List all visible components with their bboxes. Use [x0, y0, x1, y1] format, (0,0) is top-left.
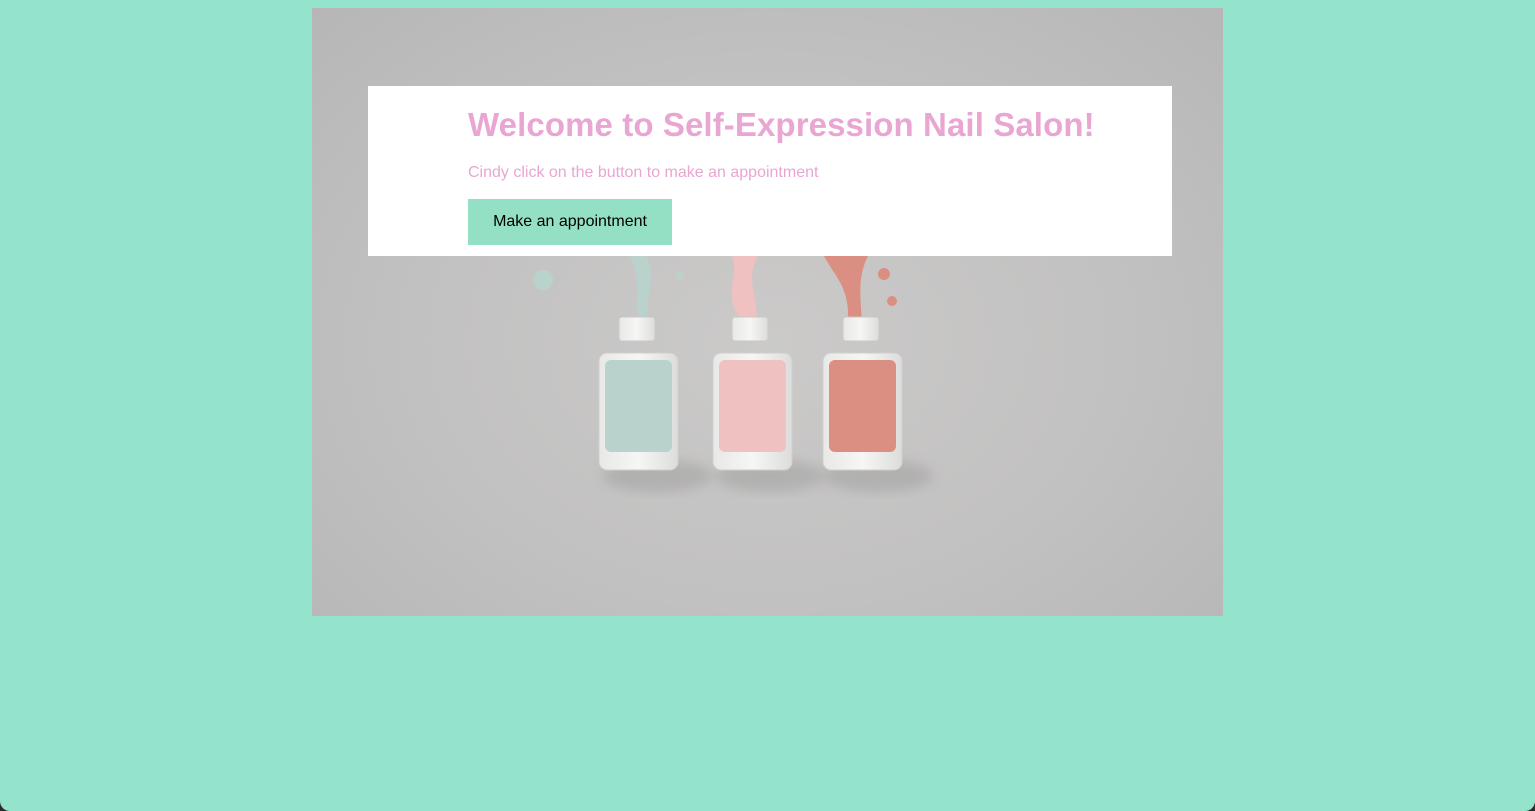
welcome-card: Welcome to Self-Expression Nail Salon! C… [368, 86, 1172, 256]
welcome-subtitle: Cindy click on the button to make an app… [468, 164, 819, 181]
page-background: Welcome to Self-Expression Nail Salon! C… [0, 0, 1535, 811]
page-title: Welcome to Self-Expression Nail Salon! [468, 106, 1095, 143]
pink-polish-bottle [712, 256, 793, 471]
make-appointment-button[interactable]: Make an appointment [468, 199, 672, 245]
coral-polish-bottle [822, 256, 903, 471]
mint-polish-bottle [533, 256, 684, 471]
